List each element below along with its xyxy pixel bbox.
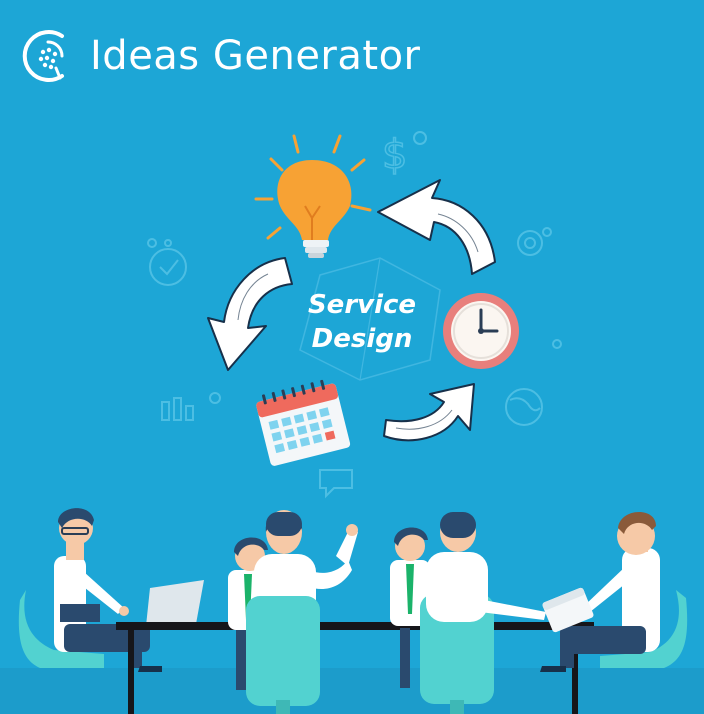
svg-text:$: $: [382, 132, 407, 178]
calendar-icon: [256, 379, 351, 466]
timer-icon: [147, 238, 187, 286]
arrow-bottom-right: [383, 383, 475, 442]
service-design-label: Service Design: [292, 288, 432, 356]
arrow-top-right: [377, 179, 496, 275]
brand-header: Ideas Generator: [20, 24, 421, 88]
person-right: [540, 511, 688, 672]
arrow-left: [207, 257, 293, 371]
clock-icon: [443, 293, 519, 369]
illustration-canvas: $ Ideas Generator Service Design: [0, 0, 704, 714]
gear-icon: [517, 227, 552, 256]
chart-icon: [161, 392, 221, 421]
person-left: [18, 508, 206, 672]
center-line-2: Design: [311, 324, 413, 354]
center-line-1: Service: [307, 290, 417, 320]
floor: [0, 668, 704, 714]
globe-icon: [505, 388, 543, 426]
dollar-icon: $: [381, 131, 427, 179]
scene-artwork: $: [0, 131, 704, 714]
app-title: Ideas Generator: [90, 33, 421, 79]
logo-icon: [22, 30, 64, 82]
lightbulb-icon: [254, 134, 372, 258]
person-front-2: [426, 512, 546, 622]
chat-icon: [319, 469, 353, 499]
